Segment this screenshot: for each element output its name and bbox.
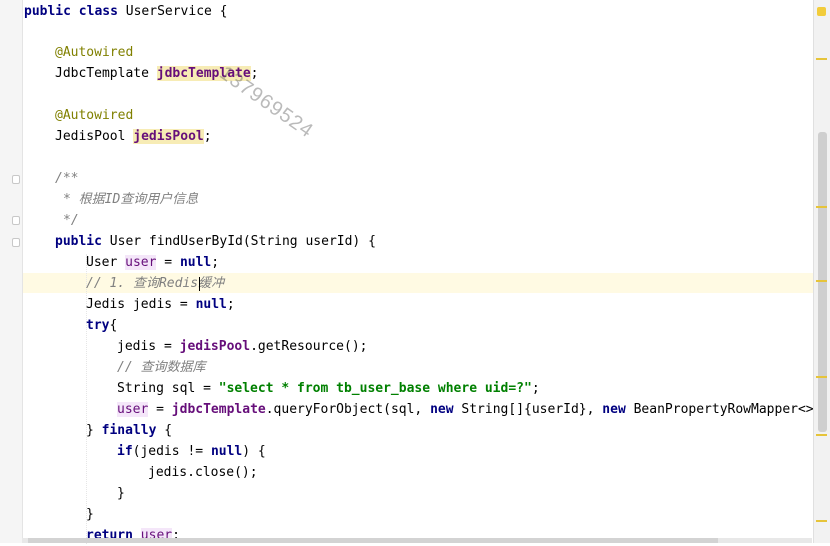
warning-marker[interactable]	[816, 206, 827, 208]
code-text: jedis =	[117, 339, 180, 354]
keyword: public	[55, 234, 102, 249]
code-line[interactable]: return user;	[86, 526, 180, 546]
annotation: @Autowired	[55, 45, 134, 60]
code-line[interactable]: @Autowired	[55, 106, 133, 126]
code-text: UserService {	[117, 4, 228, 19]
local-variable: user	[117, 402, 149, 417]
code-line[interactable]: }	[117, 484, 125, 504]
vertical-scrollbar-thumb[interactable]	[818, 132, 827, 432]
comment: * 根据ID查询用户信息	[63, 192, 199, 207]
gutter-divider	[22, 0, 23, 543]
code-text: .getResource();	[250, 339, 368, 354]
error-stripe[interactable]	[813, 0, 830, 543]
warning-marker[interactable]	[816, 376, 827, 378]
code-line[interactable]: public class UserService {	[24, 2, 228, 22]
comment: */	[63, 213, 79, 228]
comment: /**	[55, 171, 79, 186]
string-literal: "select * from tb_user_base where uid=?"	[218, 381, 532, 396]
code-text: ) {	[242, 444, 266, 459]
code-text: ;	[203, 129, 212, 144]
keyword: class	[78, 4, 118, 19]
fold-marker-icon[interactable]	[12, 175, 20, 184]
keyword: new	[430, 402, 454, 417]
warning-marker[interactable]	[816, 58, 827, 60]
keyword: new	[602, 402, 626, 417]
annotation: @Autowired	[55, 108, 134, 123]
warning-marker[interactable]	[816, 520, 827, 522]
watermark: 137969524	[215, 62, 318, 143]
code-text: BeanPropertyRowMapper<>(U	[625, 402, 830, 417]
inspection-status-icon[interactable]	[817, 7, 826, 16]
code-line[interactable]: // 1. 查询Redis缓冲	[86, 274, 224, 294]
code-line[interactable]: if(jedis != null) {	[117, 442, 266, 462]
keyword: finally	[101, 423, 157, 438]
warning-marker[interactable]	[816, 280, 827, 282]
code-text: }	[117, 486, 125, 501]
local-variable: user	[125, 255, 157, 270]
code-line[interactable]: /**	[55, 169, 78, 189]
field-name: jedisPool	[133, 129, 204, 144]
code-line[interactable]: try{	[86, 316, 117, 336]
keyword: null	[179, 255, 212, 270]
code-text: jedis.close();	[148, 465, 258, 480]
code-text: ;	[226, 297, 235, 312]
keyword: null	[210, 444, 243, 459]
code-line[interactable]: // 查询数据库	[117, 358, 205, 378]
code-line[interactable]: }	[86, 505, 94, 525]
code-text: User	[86, 255, 126, 270]
code-editor[interactable]: public class UserService { @Autowired Jd…	[0, 0, 830, 546]
code-text: (jedis !=	[132, 444, 211, 459]
horizontal-scrollbar[interactable]	[22, 538, 812, 543]
code-text: JdbcTemplate	[55, 66, 157, 81]
code-text: JedisPool	[55, 129, 134, 144]
fold-marker-icon[interactable]	[12, 216, 20, 225]
code-text: {	[109, 318, 118, 333]
keyword: null	[195, 297, 227, 312]
code-line[interactable]: String sql = "select * from tb_user_base…	[117, 379, 540, 399]
editor-gutter[interactable]	[0, 0, 22, 543]
code-text: ;	[531, 381, 540, 396]
code-text: String sql =	[117, 381, 219, 396]
warning-marker[interactable]	[816, 434, 827, 436]
field-name: jedisPool	[179, 339, 251, 354]
code-text: User findUserById(String userId) {	[101, 234, 376, 249]
field-name: jdbcTemplate	[171, 402, 266, 417]
code-text: Jedis jedis =	[86, 297, 196, 312]
comment: // 1. 查询Redis缓冲	[86, 276, 225, 291]
code-text: =	[148, 402, 172, 417]
code-line[interactable]: Jedis jedis = null;	[86, 295, 235, 315]
code-text: }	[86, 507, 94, 522]
horizontal-scrollbar-thumb[interactable]	[28, 538, 718, 543]
code-line[interactable]: */	[63, 211, 79, 231]
code-line[interactable]: User user = null;	[86, 253, 219, 273]
code-text: }	[86, 423, 102, 438]
code-text: .queryForObject(sql,	[265, 402, 431, 417]
code-line[interactable]: user = jdbcTemplate.queryForObject(sql, …	[117, 400, 829, 420]
keyword: public	[24, 4, 71, 19]
code-line[interactable]: JedisPool jedisPool;	[55, 127, 212, 147]
keyword: try	[86, 318, 110, 333]
code-text: ;	[211, 255, 220, 270]
code-text: String[]{userId},	[453, 402, 603, 417]
code-line[interactable]: @Autowired	[55, 43, 133, 63]
code-line[interactable]: jedis.close();	[148, 463, 258, 483]
code-text: =	[156, 255, 180, 270]
code-line[interactable]: * 根据ID查询用户信息	[63, 190, 198, 210]
code-text: {	[156, 423, 173, 438]
code-line[interactable]: jedis = jedisPool.getResource();	[117, 337, 367, 357]
code-line[interactable]: } finally {	[86, 421, 172, 441]
code-line[interactable]: public User findUserById(String userId) …	[55, 232, 376, 252]
fold-marker-icon[interactable]	[12, 238, 20, 247]
text-cursor	[199, 276, 200, 291]
keyword: if	[117, 444, 133, 459]
comment: // 查询数据库	[117, 360, 206, 375]
